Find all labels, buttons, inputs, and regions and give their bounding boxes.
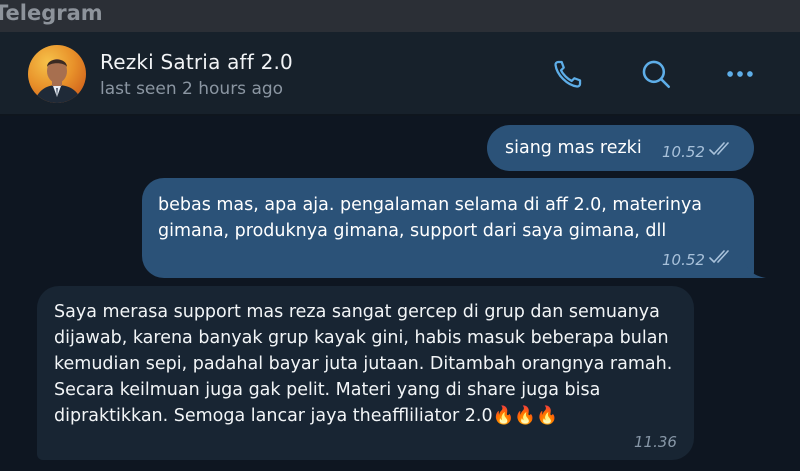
message-outgoing[interactable]: siang mas rezki 10.52 xyxy=(487,125,754,171)
app-title: Telegram xyxy=(0,1,103,25)
more-button[interactable] xyxy=(720,54,760,94)
message-text: siang mas rezki xyxy=(505,138,642,158)
more-icon xyxy=(727,71,753,77)
avatar[interactable] xyxy=(28,45,86,103)
bubble-tail xyxy=(744,258,766,278)
contact-name[interactable]: Rezki Satria aff 2.0 xyxy=(100,50,293,74)
phone-icon xyxy=(554,60,582,88)
message-incoming[interactable]: Saya merasa support mas reza sangat gerc… xyxy=(37,286,694,460)
message-time: 10.52 xyxy=(662,251,705,269)
message-time: 11.36 xyxy=(634,433,677,451)
call-button[interactable] xyxy=(548,54,588,94)
chat-header[interactable]: Rezki Satria aff 2.0 last seen 2 hours a… xyxy=(0,32,800,114)
message-time: 10.52 xyxy=(662,143,705,161)
search-icon xyxy=(642,60,671,89)
contact-status: last seen 2 hours ago xyxy=(100,79,284,99)
double-check-icon xyxy=(709,250,729,264)
search-button[interactable] xyxy=(636,54,676,94)
message-text: Saya merasa support mas reza sangat gerc… xyxy=(54,302,673,426)
message-outgoing[interactable]: bebas mas, apa aja. pengalaman selama di… xyxy=(142,178,754,278)
message-text: bebas mas, apa aja. pengalaman selama di… xyxy=(158,195,703,241)
window-titlebar: Telegram xyxy=(0,0,800,32)
double-check-icon xyxy=(709,142,729,156)
